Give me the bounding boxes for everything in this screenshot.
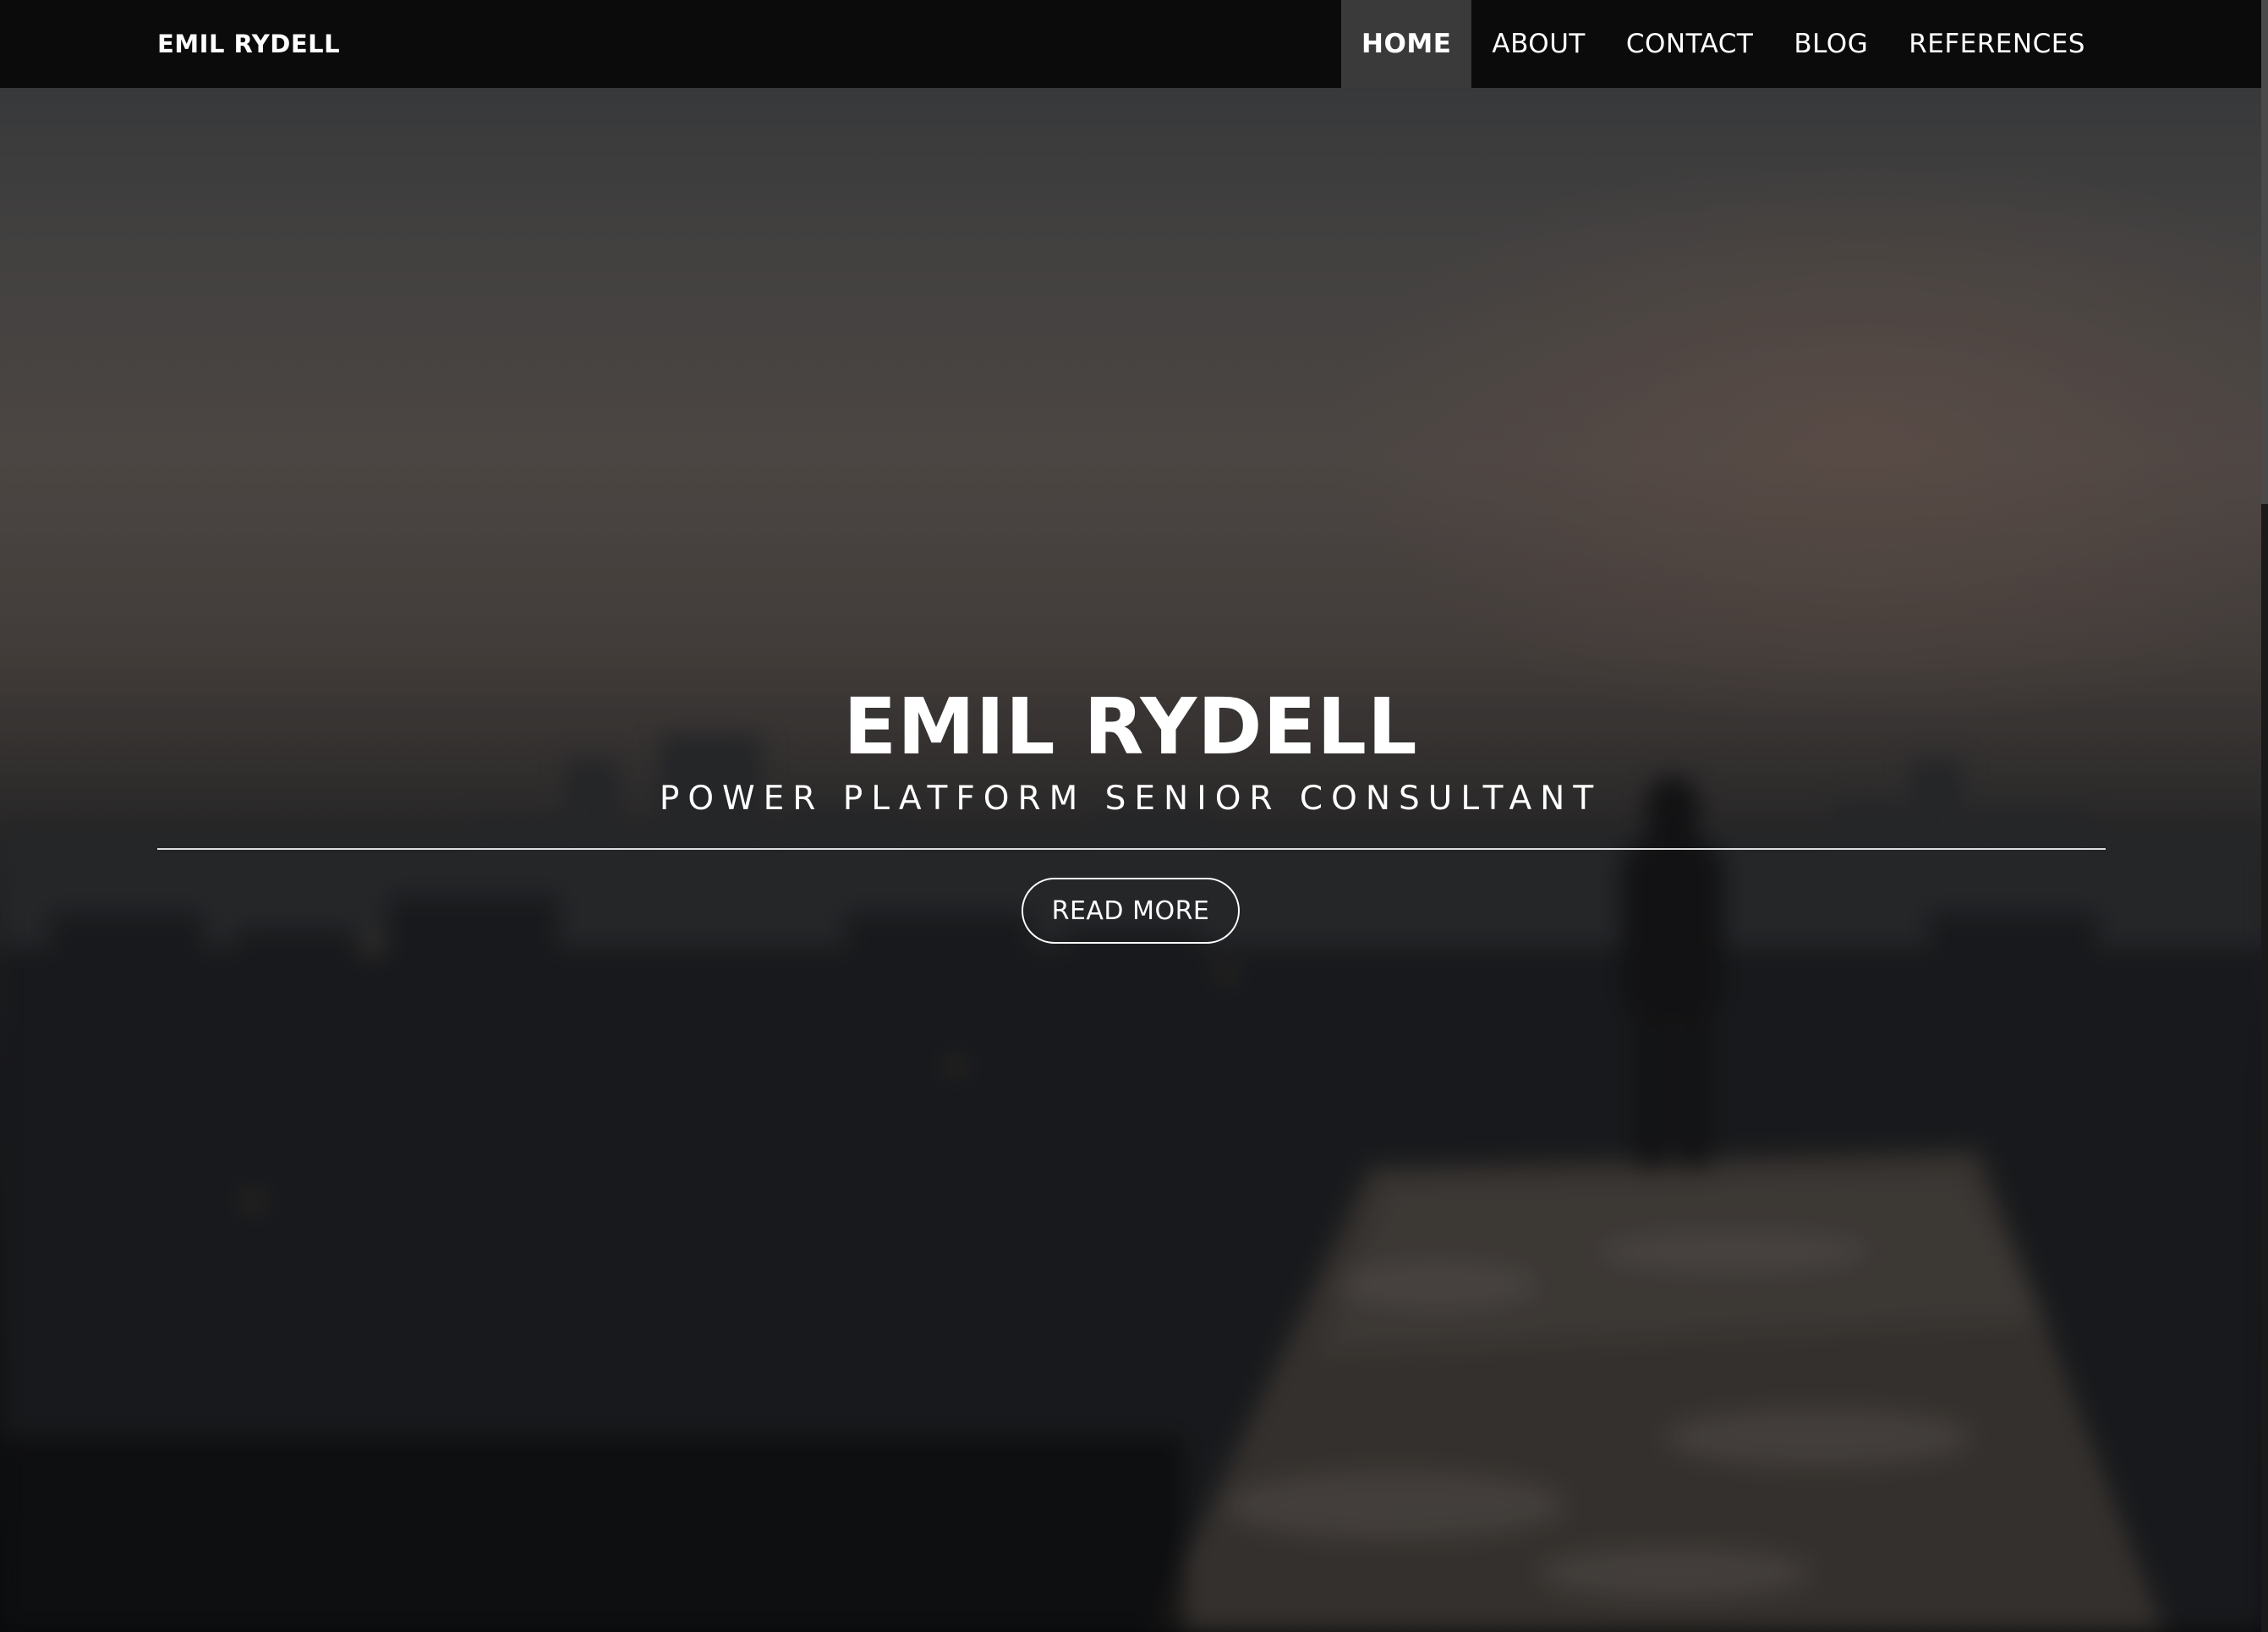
nav-item-references[interactable]: REFERENCES [1888,0,2106,88]
scrollbar-thumb[interactable] [2261,0,2268,504]
nav-item-blog[interactable]: BLOG [1773,0,1888,88]
navbar: EMIL RYDELL HOME ABOUT CONTACT BLOG REFE… [0,0,2268,88]
main-nav: HOME ABOUT CONTACT BLOG REFERENCES [1341,0,2106,88]
read-more-button[interactable]: READ MORE [1022,878,1240,944]
nav-item-contact[interactable]: CONTACT [1606,0,1774,88]
scrollbar[interactable] [2261,0,2268,1632]
nav-item-home[interactable]: HOME [1341,0,1472,88]
nav-item-about[interactable]: ABOUT [1471,0,1605,88]
page: EMIL RYDELL HOME ABOUT CONTACT BLOG REFE… [0,0,2268,1632]
hero-subtitle: POWER PLATFORM SENIOR CONSULTANT [659,780,1602,818]
hero-divider [157,848,2106,850]
brand-link[interactable]: EMIL RYDELL [157,0,340,88]
hero-title: EMIL RYDELL [843,682,1418,772]
